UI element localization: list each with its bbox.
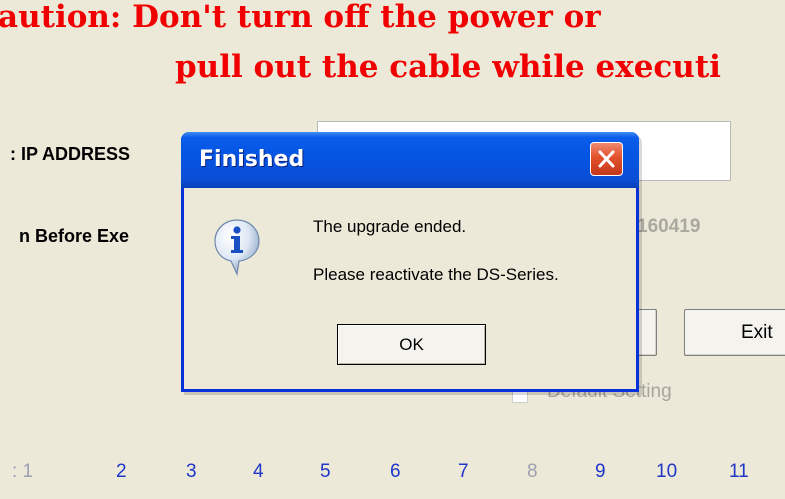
page-number-4[interactable]: 4 [253,461,264,483]
page-number-10[interactable]: 10 [656,461,677,483]
version-before-execution-label: n Before Exe [19,226,130,246]
ok-button[interactable]: OK [337,324,486,365]
finished-dialog: Finished The upgrade ended. Please react… [181,132,639,392]
dialog-message-line1: The upgrade ended. [313,217,467,236]
info-icon [214,219,260,276]
caution-banner-line2: pull out the cable while executi [175,49,721,85]
page-number-3[interactable]: 3 [186,461,197,483]
close-icon [598,150,615,168]
page-number-11[interactable]: 11 [729,461,749,483]
dialog-close-button[interactable] [590,142,623,176]
page-number-9[interactable]: 9 [595,461,606,483]
ip-address-label: : IP ADDRESS [10,144,131,164]
dialog-message-line2: Please reactivate the DS-Series. [313,265,559,284]
page-number-6[interactable]: 6 [390,461,401,483]
page-number-8[interactable]: 8 [527,461,538,483]
page-number-5[interactable]: 5 [320,461,331,483]
dialog-titlebar[interactable]: Finished [181,132,639,188]
exit-button[interactable]: Exit [684,309,785,356]
page-number-7[interactable]: 7 [458,461,469,483]
page-number-1[interactable]: : 1 [12,461,33,483]
version-value: 160419 [637,216,701,237]
caution-banner-line1: aution: Don't turn off the power or [0,0,601,35]
page-number-2[interactable]: 2 [116,461,127,483]
dialog-title: Finished [199,147,305,172]
